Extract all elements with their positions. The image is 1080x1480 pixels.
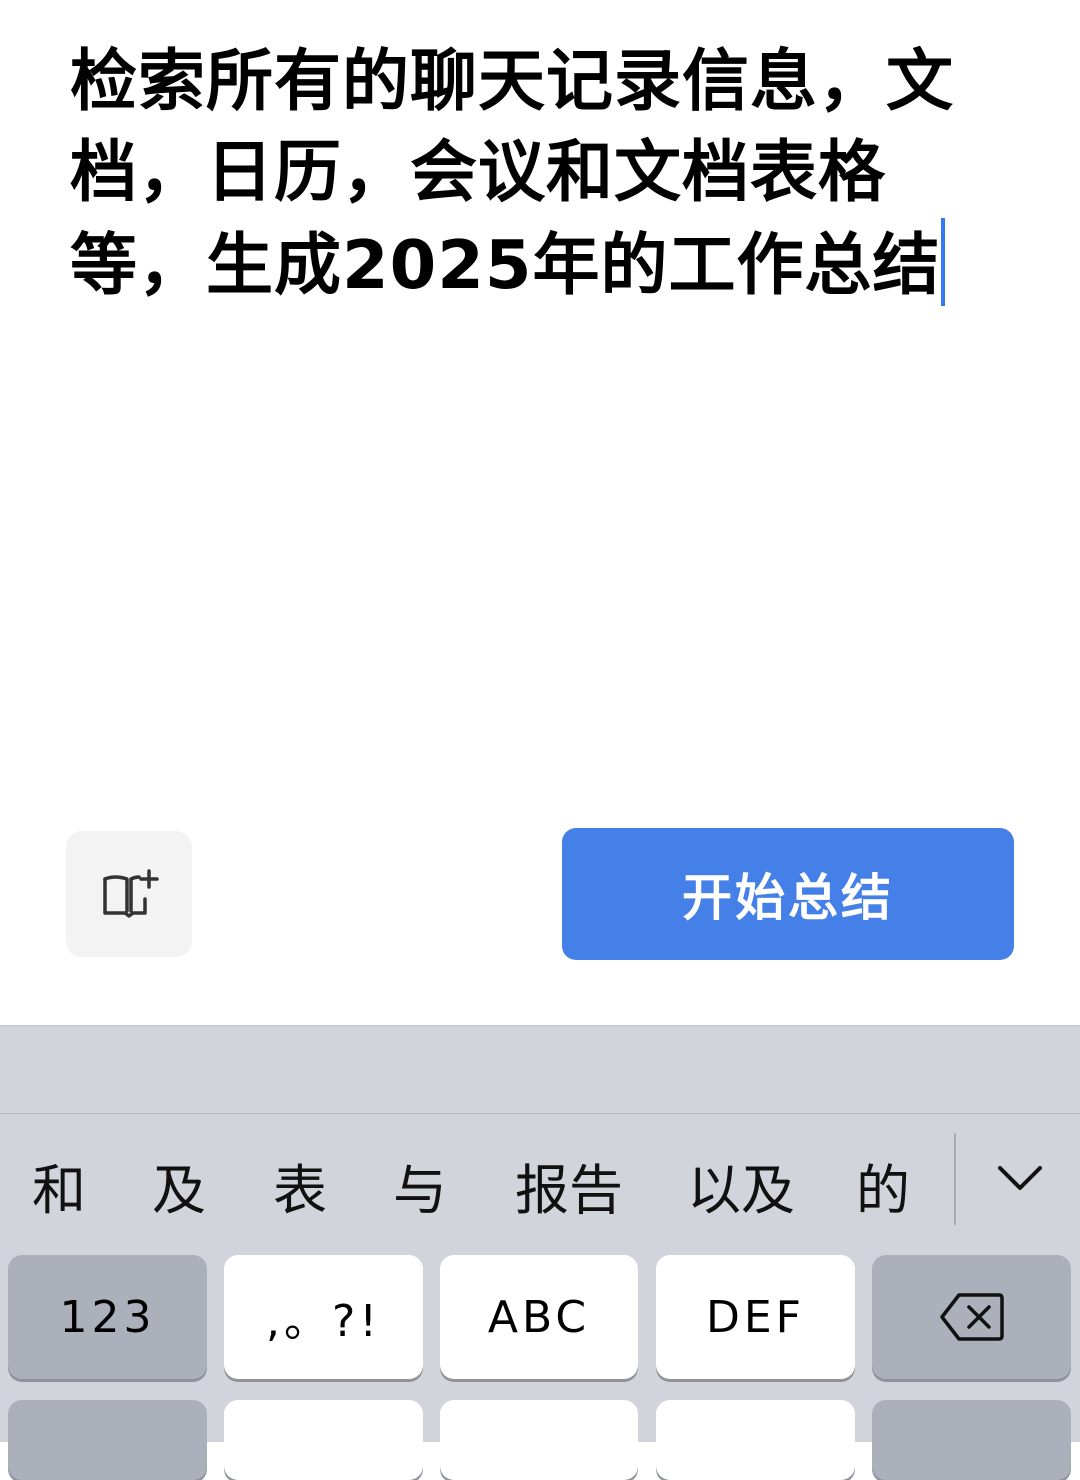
chevron-down-icon xyxy=(998,1166,1042,1190)
keyboard-key[interactable] xyxy=(224,1400,423,1480)
prompt-editor[interactable]: 检索所有的聊天记录信息，文档，日历，会议和文档表格等，生成2025年的工作总结 xyxy=(70,36,1010,316)
prompt-text-wrapper: 检索所有的聊天记录信息，文档，日历，会议和文档表格等，生成2025年的工作总结 xyxy=(70,36,1010,311)
def-key[interactable]: DEF xyxy=(656,1255,855,1379)
candidate-word[interactable]: 和 xyxy=(32,1156,86,1226)
keyboard-divider xyxy=(0,1113,1080,1114)
prompt-text: 检索所有的聊天记录信息，文档，日历，会议和文档表格等，生成2025年的工作总结 xyxy=(70,42,954,304)
delete-key[interactable] xyxy=(872,1255,1071,1379)
candidate-word[interactable]: 表 xyxy=(273,1156,327,1226)
abc-key[interactable]: ABC xyxy=(440,1255,638,1379)
punctuation-key[interactable]: ,。?! xyxy=(224,1255,423,1379)
candidate-word[interactable]: 的 xyxy=(856,1156,910,1226)
candidate-word[interactable]: 及 xyxy=(152,1156,206,1226)
book-plus-icon xyxy=(103,869,159,918)
keyboard-key[interactable] xyxy=(440,1400,638,1480)
candidate-word[interactable]: 与 xyxy=(393,1156,447,1226)
keyboard-key[interactable] xyxy=(656,1400,855,1480)
expand-candidates-button[interactable] xyxy=(985,1148,1055,1208)
candidate-separator xyxy=(954,1133,956,1225)
keyboard-key[interactable] xyxy=(872,1400,1071,1480)
ime-keyboard: 和 及 表 与 报告 以及 的 123 ,。?! ABC DEF xyxy=(0,1025,1080,1480)
numbers-key[interactable]: 123 xyxy=(8,1255,207,1379)
add-knowledge-button[interactable] xyxy=(66,831,192,957)
backspace-icon xyxy=(939,1293,1004,1341)
keyboard-key[interactable] xyxy=(8,1400,207,1480)
candidate-word[interactable]: 以及 xyxy=(687,1156,795,1226)
candidate-word[interactable]: 报告 xyxy=(515,1156,623,1226)
text-caret xyxy=(941,218,946,306)
start-summary-button[interactable]: 开始总结 xyxy=(562,828,1014,960)
